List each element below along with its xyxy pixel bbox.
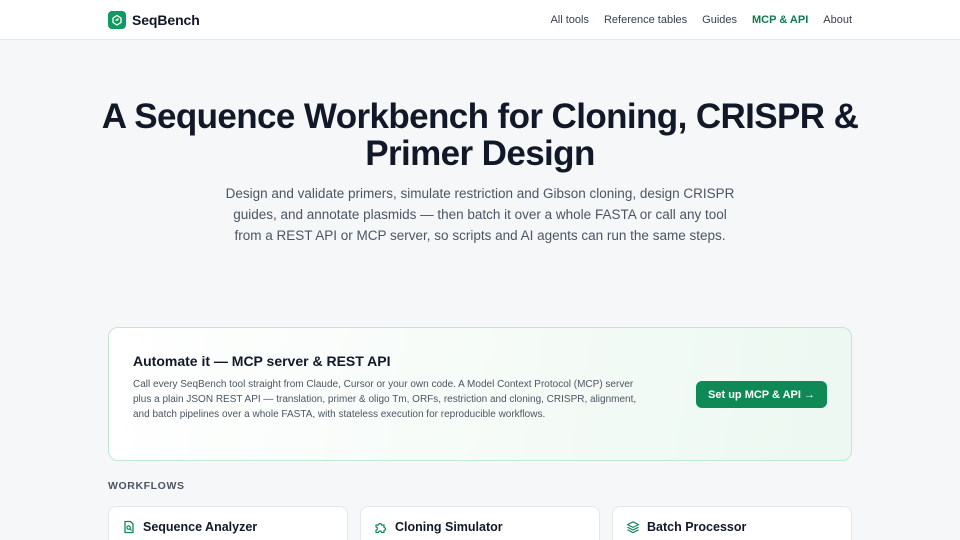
automate-description: Call every SeqBench tool straight from C…	[133, 379, 637, 420]
workflow-card-title: Sequence Analyzer	[143, 520, 258, 534]
main-nav: All tools Reference tables Guides MCP & …	[550, 0, 852, 40]
nav-about[interactable]: About	[823, 14, 852, 26]
layers-icon	[626, 520, 640, 534]
automate-title: Automate it — MCP server & REST API	[133, 353, 391, 369]
workflow-card-cloning-simulator[interactable]: Cloning Simulator	[360, 506, 600, 540]
workflow-card-batch-processor[interactable]: Batch Processor	[612, 506, 852, 540]
workflow-card-sequence-analyzer[interactable]: Sequence Analyzer	[108, 506, 348, 540]
nav-reference-tables[interactable]: Reference tables	[604, 14, 687, 26]
puzzle-icon	[374, 520, 388, 534]
nav-all-tools[interactable]: All tools	[550, 14, 589, 26]
top-nav-bar: SeqBench All tools Reference tables Guid…	[0, 0, 960, 40]
document-search-icon	[122, 520, 136, 534]
hero-description: Design and validate primers, simulate re…	[225, 186, 735, 243]
setup-mcp-api-button[interactable]: Set up MCP & API →	[696, 381, 827, 408]
workflow-card-title: Batch Processor	[647, 520, 747, 534]
brand-home-link[interactable]: SeqBench	[108, 9, 200, 31]
leaf-logo-icon	[108, 11, 126, 29]
workflows-section-label: WORKFLOWS	[108, 480, 185, 492]
brand-name: SeqBench	[132, 12, 200, 28]
workflow-card-title: Cloning Simulator	[395, 520, 503, 534]
hero-title: A Sequence Workbench for Cloning, CRISPR…	[101, 97, 859, 173]
nav-mcp-api[interactable]: MCP & API	[752, 14, 808, 26]
automate-card: Automate it — MCP server & REST API Call…	[108, 327, 852, 461]
nav-guides[interactable]: Guides	[702, 14, 737, 26]
